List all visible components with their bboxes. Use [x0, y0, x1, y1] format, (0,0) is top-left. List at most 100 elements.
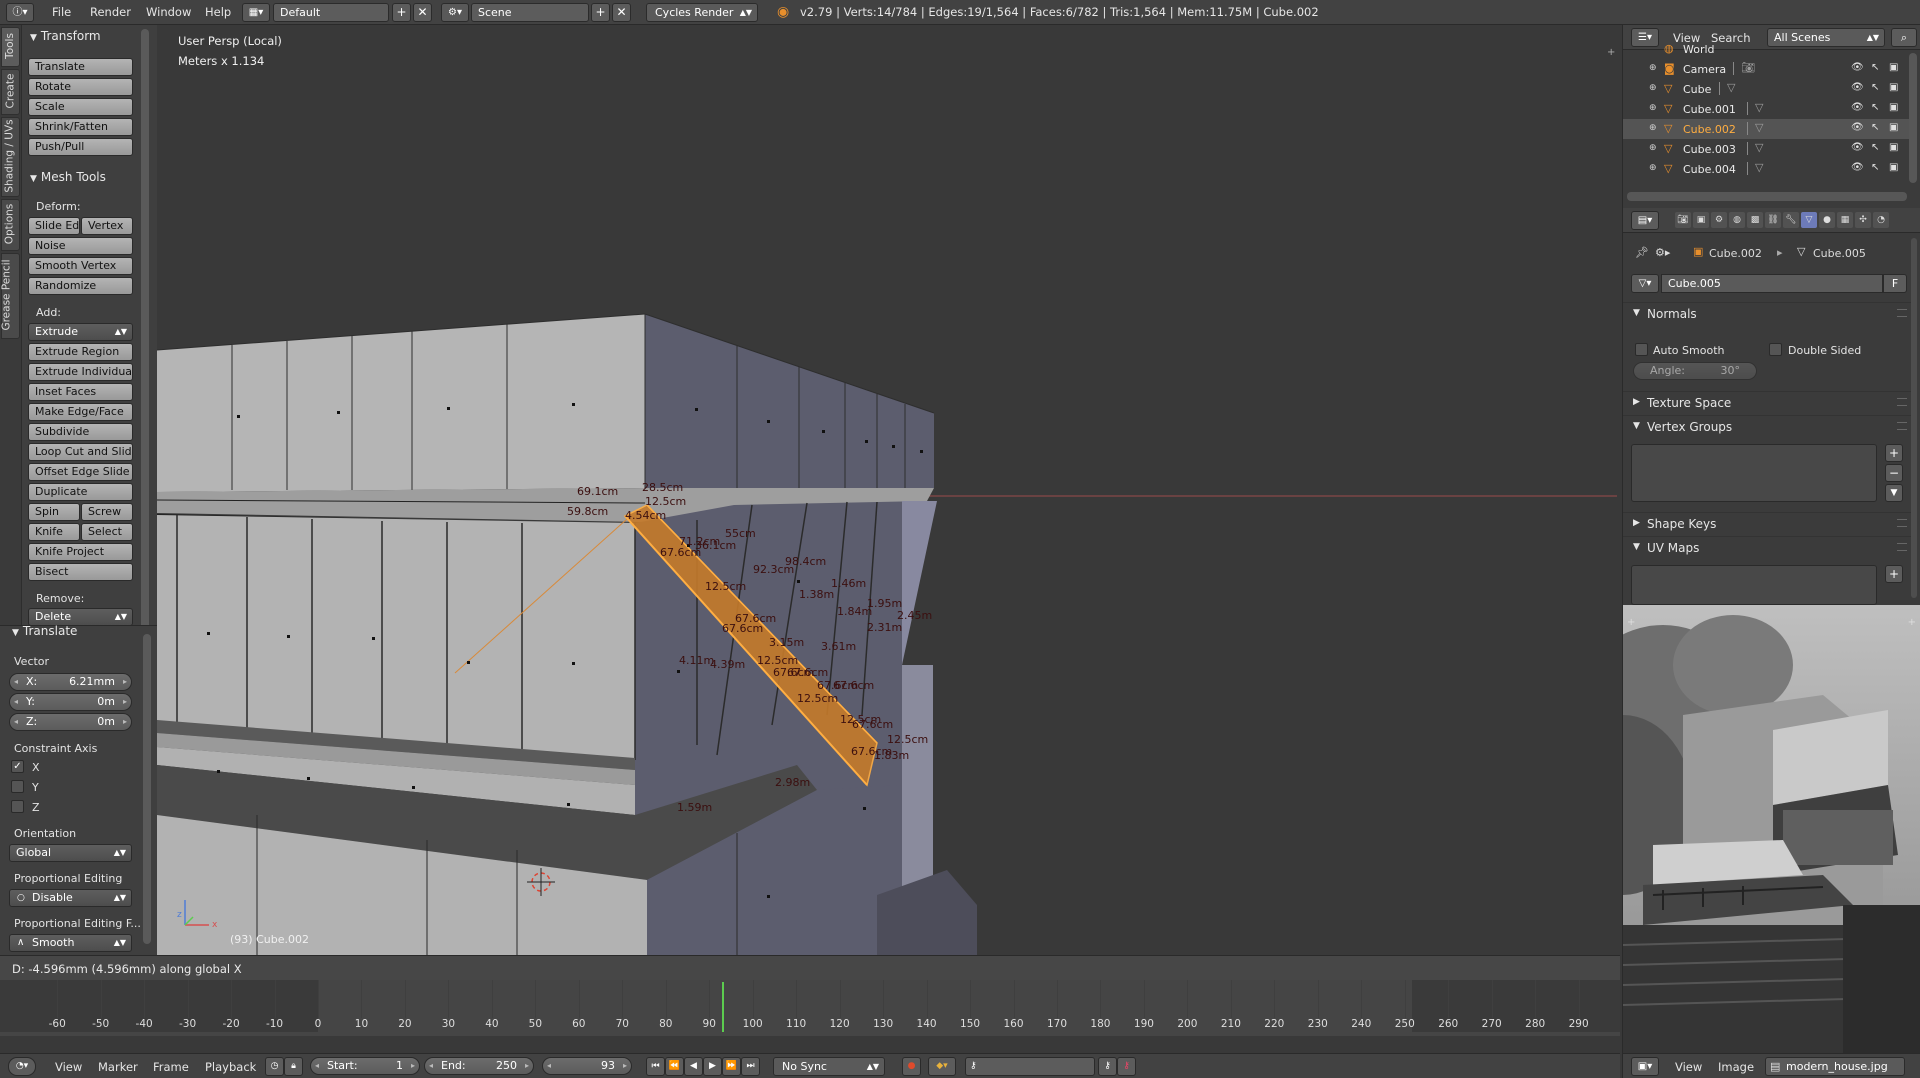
screen-layout-icon[interactable]: ▦▾ — [242, 3, 270, 22]
menu-image[interactable]: Image — [1718, 1060, 1754, 1074]
menu-playback[interactable]: Playback — [205, 1060, 256, 1074]
timeline[interactable]: -60 -50 -40 -30 -20 -10 0 10 20 30 40 50 60 70 80 90 100… — [0, 980, 1620, 1036]
particles-tab-icon[interactable]: ✣ — [1855, 212, 1871, 228]
noise-button[interactable]: Noise — [28, 237, 133, 255]
remove-layout-button[interactable]: ✕ — [413, 3, 432, 22]
editor-type-icon[interactable]: ⓘ▾ — [6, 3, 34, 22]
menu-render[interactable]: Render — [90, 5, 131, 19]
expand-icon[interactable]: ⊕ — [1649, 123, 1657, 133]
auto-smooth-angle-field[interactable]: Angle: 30° — [1633, 362, 1757, 380]
end-frame-field[interactable]: ◂ End: 250 ▸ — [424, 1057, 534, 1075]
menu-view[interactable]: View — [1675, 1060, 1702, 1074]
delete-keyframe-icon[interactable]: ⚷ — [1117, 1057, 1136, 1076]
menu-view[interactable]: View — [55, 1060, 82, 1074]
extrude-region-button[interactable]: Extrude Region — [28, 343, 133, 361]
drag-grip-icon[interactable] — [1897, 519, 1907, 527]
vertex-groups-list[interactable] — [1631, 444, 1877, 502]
shape-keys-panel-header[interactable]: ▶ Shape Keys — [1623, 512, 1913, 534]
vertex-group-specials-icon[interactable]: ▼ — [1885, 484, 1903, 502]
visibility-eye-icon[interactable]: 👁︎ — [1851, 62, 1864, 73]
outliner-item-camera[interactable]: ⊕ ◙ Camera 📷︎ 👁︎ ↖ ▣ — [1623, 59, 1913, 79]
mesh-tools-panel-header[interactable]: ▼ Mesh Tools — [30, 170, 106, 184]
push-pull-button[interactable]: Push/Pull — [28, 138, 133, 156]
visibility-eye-icon[interactable]: 👁︎ — [1851, 82, 1864, 93]
region-expand-icon[interactable]: + — [1607, 47, 1615, 58]
menu-window[interactable]: Window — [146, 5, 191, 19]
offset-edge-slide-button[interactable]: Offset Edge Slide — [28, 463, 133, 481]
knife-select-button[interactable]: Select — [81, 523, 133, 541]
outliner-item-cube-004[interactable]: ⊕ ▽ Cube.004 ▽ 👁︎ ↖ ▣ — [1623, 159, 1913, 179]
screw-button[interactable]: Screw — [81, 503, 133, 521]
scene-field[interactable]: Scene — [471, 3, 589, 22]
operator-scrollbar[interactable] — [143, 634, 151, 944]
mesh-name-field[interactable]: Cube.005 — [1661, 274, 1883, 293]
add-layout-button[interactable]: + — [392, 3, 411, 22]
renderable-camera-icon[interactable]: ▣ — [1889, 142, 1898, 153]
editor-type-icon[interactable]: ◔▾ — [8, 1057, 36, 1076]
visibility-eye-icon[interactable]: 👁︎ — [1851, 122, 1864, 133]
shelf-scrollbar[interactable] — [141, 29, 149, 629]
proportional-falloff-dropdown[interactable]: ∧ Smooth ▲▼ — [9, 934, 132, 952]
outliner-hscrollbar[interactable] — [1627, 192, 1907, 201]
bisect-button[interactable]: Bisect — [28, 563, 133, 581]
subdivide-button[interactable]: Subdivide — [28, 423, 133, 441]
spin-button[interactable]: Spin — [28, 503, 80, 521]
scene-tab-icon[interactable]: ⚙ — [1711, 212, 1727, 228]
vector-z-field[interactable]: ◂ Z: 0m ▸ — [9, 713, 132, 731]
jump-keyframe-back-icon[interactable]: ⏪ — [665, 1057, 684, 1076]
expand-icon[interactable]: ⊕ — [1649, 63, 1657, 73]
normals-panel-header[interactable]: ▼ Normals — [1623, 302, 1913, 324]
preview-range-icon[interactable]: ◷ — [265, 1057, 284, 1076]
sync-mode-dropdown[interactable]: No Sync ▲▼ — [773, 1057, 885, 1076]
renderable-camera-icon[interactable]: ▣ — [1889, 162, 1898, 173]
start-frame-field[interactable]: ◂ Start: 1 ▸ — [310, 1057, 420, 1075]
scale-button[interactable]: Scale — [28, 98, 133, 116]
keying-set-icon[interactable]: ◆▾ — [928, 1057, 956, 1076]
extrude-dropdown[interactable]: Extrude ▲▼ — [28, 323, 133, 341]
texture-space-panel-header[interactable]: ▶ Texture Space — [1623, 391, 1913, 413]
constraints-tab-icon[interactable]: ⛓ — [1765, 212, 1781, 228]
record-icon[interactable]: ● — [902, 1057, 921, 1076]
pin-icon[interactable]: 📌︎ — [1635, 246, 1649, 259]
selectable-cursor-icon[interactable]: ↖ — [1871, 62, 1879, 73]
make-edge-face-button[interactable]: Make Edge/Face — [28, 403, 133, 421]
renderable-camera-icon[interactable]: ▣ — [1889, 82, 1898, 93]
expand-icon[interactable]: ⊕ — [1649, 143, 1657, 153]
outliner-item-cube-002[interactable]: ⊕ ▽ Cube.002 ▽ 👁︎ ↖ ▣ — [1623, 119, 1913, 139]
tab-tools[interactable]: Tools — [1, 27, 20, 67]
properties-scrollbar[interactable] — [1911, 238, 1917, 598]
uv-maps-list[interactable] — [1631, 565, 1877, 605]
active-keying-set-field[interactable]: ⚷ — [965, 1057, 1095, 1076]
mesh-browse-icon[interactable]: ▽▾ — [1631, 274, 1659, 293]
smooth-vertex-button[interactable]: Smooth Vertex — [28, 257, 133, 275]
renderable-camera-icon[interactable]: ▣ — [1889, 122, 1898, 133]
scene-icon[interactable]: ⚙▾ — [441, 3, 469, 22]
object-data-icon[interactable]: 📷︎ — [1741, 61, 1755, 74]
outliner-vscrollbar[interactable] — [1909, 53, 1917, 183]
region-expand-icon[interactable]: + — [1627, 617, 1635, 628]
tab-grease-pencil[interactable]: Grease Pencil — [0, 253, 20, 339]
world-tab-icon[interactable]: ◍ — [1729, 212, 1745, 228]
selectable-cursor-icon[interactable]: ↖ — [1871, 162, 1879, 173]
tab-options[interactable]: Options — [1, 199, 20, 251]
add-vertex-group-button[interactable]: + — [1885, 444, 1903, 462]
randomize-button[interactable]: Randomize — [28, 277, 133, 295]
visibility-eye-icon[interactable]: 👁︎ — [1851, 162, 1864, 173]
texture-tab-icon[interactable]: ▦ — [1837, 212, 1853, 228]
object-data-icon[interactable]: ▽ — [1755, 161, 1763, 174]
vector-x-field[interactable]: ◂ X: 6.21mm ▸ — [9, 673, 132, 691]
object-tab-icon[interactable]: ▩ — [1747, 212, 1763, 228]
screen-layout-field[interactable]: Default — [273, 3, 389, 22]
jump-start-icon[interactable]: ⏮ — [646, 1057, 665, 1076]
fake-user-button[interactable]: F — [1883, 274, 1907, 293]
add-scene-button[interactable]: + — [591, 3, 610, 22]
drag-grip-icon[interactable] — [1897, 309, 1907, 317]
play-reverse-icon[interactable]: ◀ — [684, 1057, 703, 1076]
image-name-field[interactable]: ▤ modern_house.jpg — [1765, 1057, 1905, 1076]
orientation-dropdown[interactable]: Global ▲▼ — [9, 844, 132, 862]
mesh-data-tab-icon[interactable]: ▽ — [1801, 212, 1817, 228]
auto-smooth-checkbox[interactable] — [1635, 343, 1648, 356]
drag-grip-icon[interactable] — [1897, 543, 1907, 551]
expand-icon[interactable]: ⊕ — [1649, 163, 1657, 173]
visibility-eye-icon[interactable]: 👁︎ — [1851, 102, 1864, 113]
